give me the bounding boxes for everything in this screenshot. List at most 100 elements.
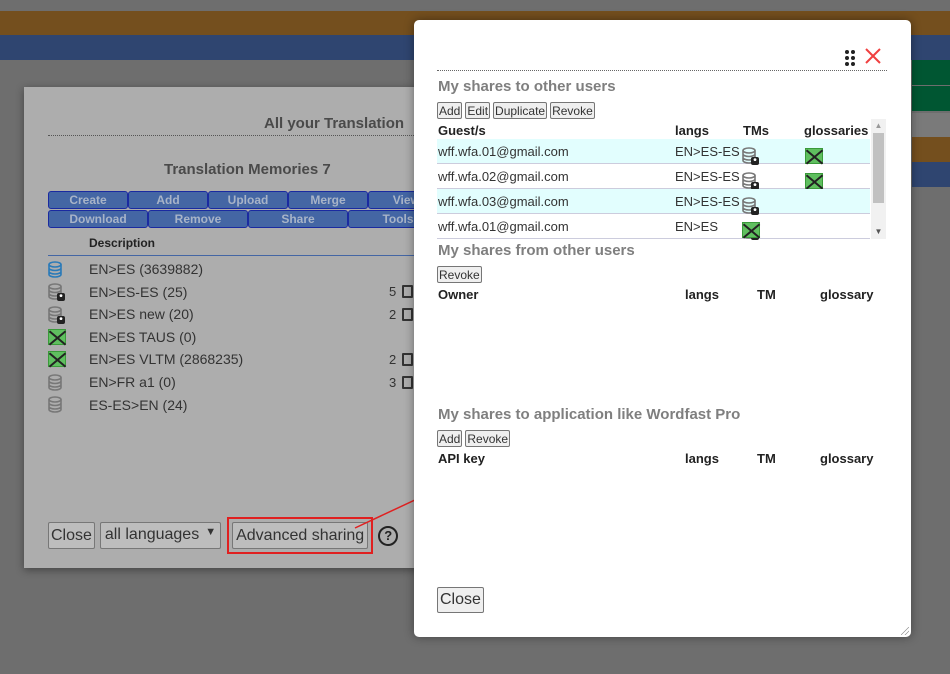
edit-share-button[interactable]: Edit — [465, 102, 491, 119]
column-description: Description — [89, 236, 156, 250]
tm-list-item[interactable]: EN>FR a1 (0) 3 — [48, 371, 448, 393]
excel-icon — [805, 173, 823, 189]
language-select-value: all languages — [104, 526, 200, 543]
column-tm: TM — [757, 451, 776, 466]
share-row[interactable]: wff.wfa.01@gmail.com EN>ES — [437, 214, 870, 240]
column-glossary: glossary — [820, 287, 874, 302]
document-icon[interactable] — [402, 375, 413, 389]
database-icon — [48, 373, 64, 391]
shares-to-apps-title: My shares to application like Wordfast P… — [438, 406, 741, 423]
column-langs: langs — [685, 287, 719, 302]
share-langs: EN>ES-ES — [675, 169, 740, 184]
drag-handle-icon[interactable] — [845, 50, 855, 66]
advanced-sharing-button[interactable]: Advanced sharing — [232, 522, 369, 549]
excel-icon — [742, 222, 760, 238]
scrollbar[interactable]: ▲ ▼ — [871, 119, 886, 239]
column-tms: TMs — [743, 123, 769, 138]
upload-button[interactable]: Upload — [208, 191, 288, 209]
column-langs: langs — [675, 123, 709, 138]
tm-list-item[interactable]: EN>ES VLTM (2868235) 2 — [48, 348, 448, 370]
share-langs: EN>ES-ES — [675, 144, 740, 159]
create-button[interactable]: Create — [48, 191, 128, 209]
column-guests: Guest/s — [438, 123, 486, 138]
database-shared-icon — [742, 172, 759, 190]
tm-label: ES-ES>EN (24) — [89, 396, 188, 413]
column-glossaries: glossaries — [804, 123, 869, 138]
add-api-share-button[interactable]: Add — [437, 430, 463, 447]
modal-close-button[interactable]: Close — [437, 587, 484, 613]
guest-email: wff.wfa.02@gmail.com — [438, 169, 569, 184]
merge-button[interactable]: Merge — [288, 191, 368, 209]
document-icon[interactable] — [402, 352, 413, 366]
tm-list-item[interactable]: EN>ES (3639882) — [48, 258, 448, 280]
revoke-share-button[interactable]: Revoke — [550, 102, 595, 119]
tm-list-item[interactable]: EN>ES-ES (25) 5 — [48, 281, 448, 303]
column-tm: TM — [757, 287, 776, 302]
database-blue-icon — [48, 260, 64, 278]
column-owner: Owner — [438, 287, 479, 302]
tm-label: EN>ES-ES (25) — [89, 283, 188, 300]
download-button[interactable]: Download — [48, 210, 148, 228]
remove-button[interactable]: Remove — [148, 210, 248, 228]
column-api-key: API key — [438, 451, 485, 466]
database-shared-icon — [742, 197, 759, 215]
share-row[interactable]: wff.wfa.02@gmail.com EN>ES-ES — [437, 164, 870, 190]
advanced-sharing-modal: My shares to other users Add Edit Duplic… — [414, 20, 911, 637]
document-icon[interactable] — [402, 307, 413, 321]
tm-label: EN>ES new (20) — [89, 306, 194, 323]
document-icon[interactable] — [402, 285, 413, 299]
share-langs: EN>ES — [675, 219, 718, 234]
background-cell — [912, 113, 950, 138]
close-icon[interactable] — [865, 48, 881, 67]
tm-heading: Translation Memories 7 — [164, 161, 331, 178]
scrollbar-thumb[interactable] — [873, 133, 884, 203]
database-icon — [48, 396, 64, 413]
tm-list-item[interactable]: EN>ES new (20) 2 — [48, 303, 448, 325]
revoke-api-share-button[interactable]: Revoke — [465, 430, 511, 447]
excel-icon — [48, 351, 66, 368]
tm-count: 5 — [389, 284, 397, 300]
duplicate-share-button[interactable]: Duplicate — [493, 102, 548, 119]
guest-email: wff.wfa.01@gmail.com — [438, 219, 569, 234]
share-langs: EN>ES-ES — [675, 194, 740, 209]
tm-label: EN>FR a1 (0) — [89, 374, 176, 390]
column-glossary: glossary — [820, 451, 874, 466]
add-button[interactable]: Add — [128, 191, 208, 209]
excel-icon — [805, 148, 823, 164]
tm-list-item[interactable]: ES-ES>EN (24) — [48, 394, 448, 416]
revoke-received-share-button[interactable]: Revoke — [437, 266, 482, 283]
tm-count: 2 — [389, 351, 397, 367]
tm-label: EN>ES TAUS (0) — [89, 328, 197, 345]
language-select[interactable]: all languages ▼ — [99, 522, 222, 549]
database-shared-icon — [48, 305, 65, 324]
background-cell — [912, 86, 950, 111]
background-cell — [912, 60, 950, 85]
excel-icon — [48, 328, 66, 345]
background-cell — [912, 137, 950, 162]
dialog-title: All your Translation — [264, 115, 405, 132]
column-langs: langs — [685, 451, 719, 466]
share-button[interactable]: Share — [248, 210, 348, 228]
scroll-up-icon[interactable]: ▲ — [871, 119, 886, 133]
chevron-down-icon: ▼ — [205, 526, 217, 538]
guest-email: wff.wfa.03@gmail.com — [438, 194, 569, 209]
toolbar-row-1: Create Add Upload Merge View/ — [48, 191, 448, 209]
scroll-down-icon[interactable]: ▼ — [871, 225, 886, 239]
divider — [437, 70, 887, 71]
toolbar-row-2: Download Remove Share Tools — [48, 210, 448, 228]
share-row[interactable]: wff.wfa.03@gmail.com EN>ES-ES — [437, 189, 870, 215]
database-shared-icon — [742, 147, 759, 165]
tm-count: 2 — [389, 306, 397, 322]
share-row[interactable]: wff.wfa.01@gmail.com EN>ES-ES — [437, 139, 870, 165]
tm-list-item[interactable]: EN>ES TAUS (0) — [48, 326, 448, 348]
background-cell — [912, 162, 950, 187]
tm-label: EN>ES VLTM (2868235) — [89, 351, 244, 368]
resize-handle[interactable] — [901, 627, 909, 635]
divider — [48, 135, 444, 136]
database-shared-icon — [48, 283, 65, 302]
divider — [48, 255, 444, 256]
close-button[interactable]: Close — [48, 522, 95, 549]
shares-to-users-title: My shares to other users — [438, 78, 616, 95]
add-share-button[interactable]: Add — [437, 102, 463, 119]
tm-count: 3 — [389, 374, 397, 390]
